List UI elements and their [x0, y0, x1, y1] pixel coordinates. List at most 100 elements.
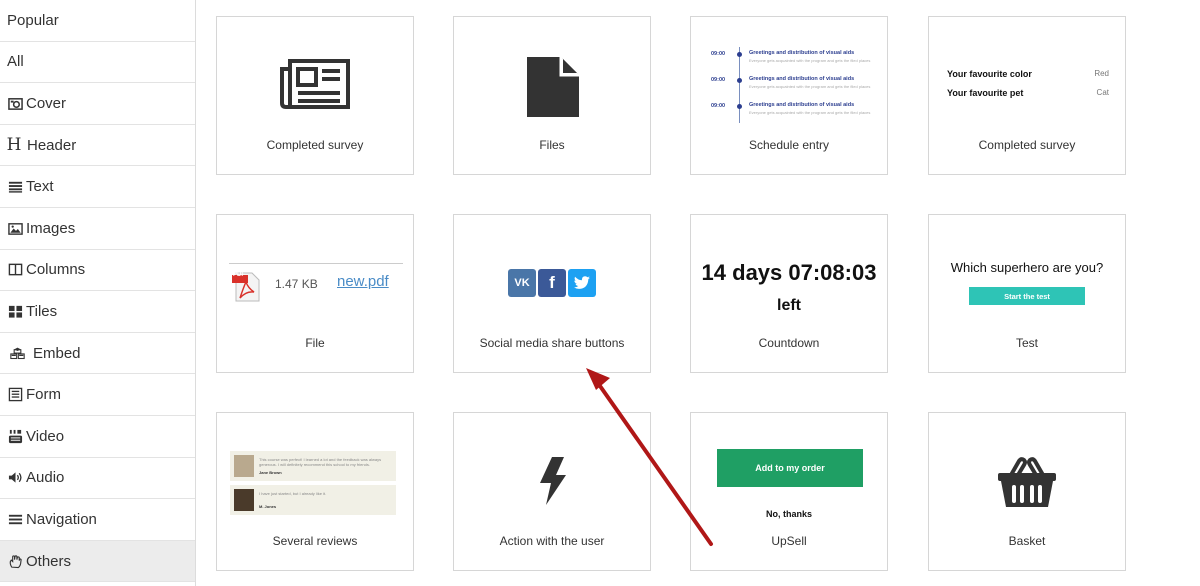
sidebar-item-label: Popular: [7, 11, 59, 29]
card-caption: Test: [1015, 336, 1038, 350]
sidebar-item-columns[interactable]: Columns: [0, 250, 195, 292]
avatar: [234, 489, 254, 511]
no-thanks-link: No, thanks: [765, 509, 812, 519]
schedule-row: 09:00 Greetings and distribution of visu…: [711, 99, 881, 125]
card-completed-survey-answers[interactable]: Your favourite color Red Your favourite …: [928, 16, 1126, 175]
schedule-subtitle: Everyone gets acquainted with the progra…: [749, 110, 871, 115]
sidebar-item-all[interactable]: All: [0, 42, 195, 84]
survey-question: Your favourite color: [947, 69, 1032, 79]
sidebar-item-images[interactable]: Images: [0, 208, 195, 250]
card-caption: Basket: [1008, 534, 1046, 548]
schedule-subtitle: Everyone gets acquainted with the progra…: [749, 84, 871, 89]
text-lines-icon: [7, 179, 23, 195]
schedule-title: Greetings and distribution of visual aid…: [749, 50, 855, 56]
sidebar-item-label: Text: [26, 178, 54, 196]
card-caption: Schedule entry: [748, 138, 830, 152]
add-to-order-button: Add to my order: [717, 449, 863, 487]
schedule-title: Greetings and distribution of visual aid…: [749, 102, 855, 108]
review-item: I have just started, but I already like …: [230, 485, 396, 515]
pdf-badge-label: PDF: [233, 272, 245, 278]
avatar: [234, 455, 254, 477]
test-question: Which superhero are you?: [950, 260, 1104, 275]
newspaper-icon: [280, 59, 350, 114]
schedule-subtitle: Everyone gets acquainted with the progra…: [749, 58, 871, 63]
sidebar-item-label: Audio: [26, 469, 65, 487]
sidebar-item-video[interactable]: Video: [0, 416, 195, 458]
form-icon: [7, 387, 23, 403]
card-countdown[interactable]: 14 days 07:08:03 left Countdown: [690, 214, 888, 373]
sidebar-item-text[interactable]: Text: [0, 166, 195, 208]
vk-icon: VK: [514, 277, 530, 289]
schedule-time: 09:00: [711, 51, 726, 57]
file-link[interactable]: new.pdf: [337, 273, 389, 290]
sidebar-item-audio[interactable]: Audio: [0, 458, 195, 500]
sidebar-item-label: Tiles: [26, 302, 58, 320]
image-icon: [7, 220, 23, 236]
card-caption: UpSell: [771, 534, 807, 548]
survey-answer: Red: [1094, 69, 1109, 78]
card-schedule-entry[interactable]: 09:00 Greetings and distribution of visu…: [690, 16, 888, 175]
sidebar-item-label: Others: [26, 552, 72, 570]
card-caption: File: [305, 336, 325, 350]
card-test[interactable]: Which superhero are you? Start the test …: [928, 214, 1126, 373]
columns-icon: [7, 262, 23, 278]
header-icon: H: [6, 135, 22, 156]
sidebar-item-form[interactable]: Form: [0, 374, 195, 416]
card-completed-survey[interactable]: Completed survey: [216, 16, 414, 175]
sidebar-item-label: Navigation: [26, 510, 97, 528]
sidebar-item-tiles[interactable]: Tiles: [0, 291, 195, 333]
card-upsell[interactable]: Add to my order No, thanks UpSell: [690, 412, 888, 571]
sidebar-item-label: All: [7, 53, 24, 71]
card-preview: [454, 17, 650, 137]
sidebar-item-label: Embed: [33, 344, 81, 362]
card-action-with-user[interactable]: Action with the user: [453, 412, 651, 571]
speaker-icon: [7, 470, 23, 486]
sidebar-item-embed[interactable]: Embed: [0, 333, 195, 375]
schedule-dot: [737, 104, 742, 109]
card-caption: Countdown: [758, 336, 820, 350]
file-size: 1.47 KB: [275, 277, 318, 291]
file-divider: [229, 263, 403, 264]
lightning-icon: [540, 457, 566, 510]
sidebar-item-popular[interactable]: Popular: [0, 0, 195, 42]
card-preview: [217, 17, 413, 137]
hand-icon: [7, 553, 23, 569]
review-item: This course was perfect! I learned a lot…: [230, 451, 396, 481]
sidebar-item-label: Form: [26, 386, 61, 404]
sidebar-item-label: Header: [27, 136, 77, 154]
file-icon: [527, 57, 579, 122]
social-buttons-preview: VK f: [508, 269, 596, 297]
youtube-icon: [7, 428, 23, 444]
sidebar-item-label: Images: [26, 219, 76, 237]
card-file[interactable]: PDF 1.47 KB new.pdf File: [216, 214, 414, 373]
menu-icon: [7, 511, 23, 527]
sidebar-item-cover[interactable]: Cover: [0, 83, 195, 125]
card-basket[interactable]: Basket: [928, 412, 1126, 571]
card-files[interactable]: Files: [453, 16, 651, 175]
sidebar-item-label: Columns: [26, 261, 86, 279]
schedule-row: 09:00 Greetings and distribution of visu…: [711, 73, 881, 99]
facebook-share-button: f: [538, 269, 566, 297]
twitter-share-button: [568, 269, 596, 297]
tiles-icon: [7, 303, 23, 319]
schedule-time: 09:00: [711, 77, 726, 83]
survey-answer-row: Your favourite color Red: [947, 69, 1109, 88]
sidebar-item-others[interactable]: Others: [0, 540, 195, 583]
card-social-media-share[interactable]: VK f Social media share buttons: [453, 214, 651, 373]
schedule-preview: 09:00 Greetings and distribution of visu…: [711, 47, 881, 125]
review-text: This course was perfect! I learned a lot…: [259, 457, 382, 467]
review-author: Jane Brown: [259, 470, 282, 475]
twitter-icon: [574, 276, 590, 289]
sidebar-item-header[interactable]: H Header: [0, 125, 195, 167]
countdown-time: 14 days 07:08:03: [701, 260, 877, 285]
facebook-icon: f: [549, 273, 555, 292]
schedule-dot: [737, 52, 742, 57]
sidebar-item-label: Cover: [26, 94, 67, 112]
card-caption: Completed survey: [978, 138, 1076, 152]
card-caption: Completed survey: [266, 138, 364, 152]
card-several-reviews[interactable]: This course was perfect! I learned a lot…: [216, 412, 414, 571]
sidebar-item-navigation[interactable]: Navigation: [0, 499, 195, 541]
survey-answer: Cat: [1096, 88, 1109, 97]
basket-icon: [997, 457, 1057, 514]
card-caption: Files: [539, 138, 565, 152]
